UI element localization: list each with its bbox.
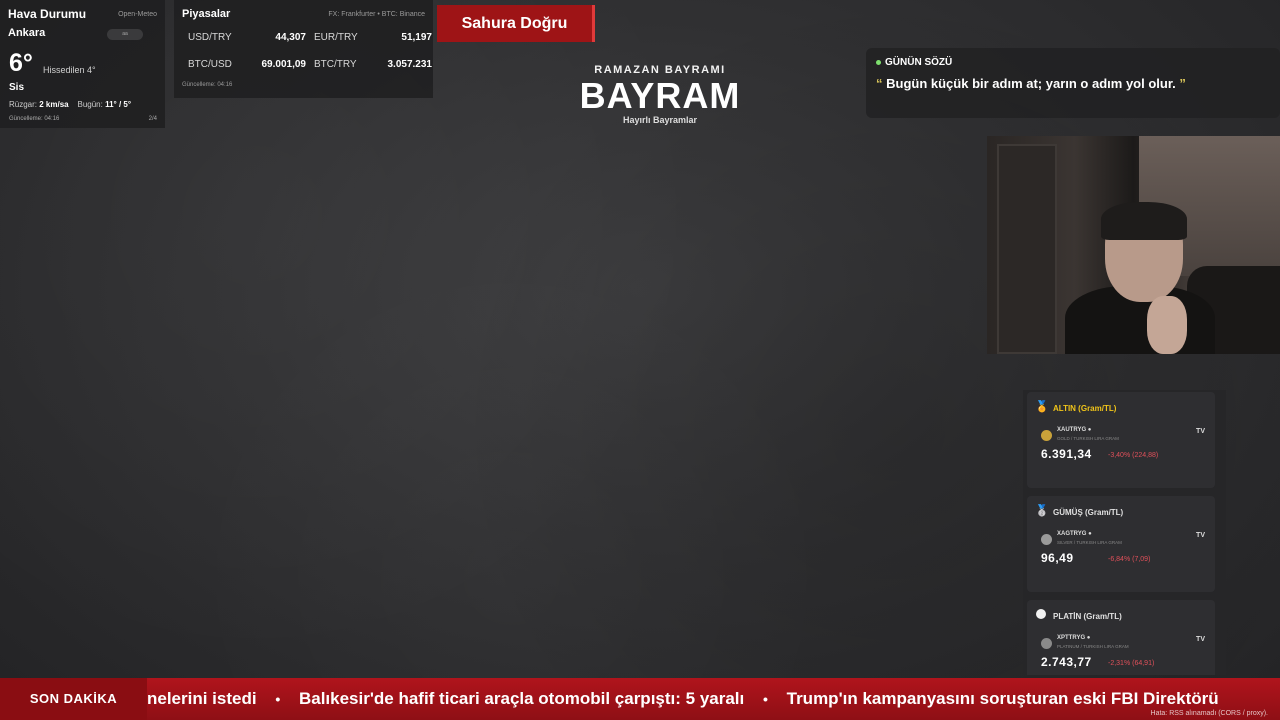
tradingview-logo-icon[interactable]: TV [1196,428,1205,435]
commodity-title: PLATİN (Gram/TL) [1053,612,1122,621]
commodity-symbol: XAGTRYG ● [1057,531,1092,537]
market-label: BTC/USD [188,59,232,70]
commodity-card-platinum: PLATİN (Gram/TL) XPTTRYG ● PLATINUM / TU… [1027,600,1215,675]
commodity-description: SILVER / TURKISH LIRA GRAM [1057,540,1122,545]
market-value: 44,307 [275,32,306,43]
gold-coin-icon [1041,430,1052,441]
weather-updated: Güncelleme: 04:16 [9,116,60,122]
weather-condition: Sis [9,82,25,93]
tradingview-logo-icon[interactable]: TV [1196,636,1205,643]
medal-icon: 🏅 [1035,401,1049,413]
ticker-separator: • [762,691,768,707]
webcam-background-door [997,144,1057,354]
quote-of-the-day: GÜNÜN SÖZÜ “ Bugün küçük bir adım at; ya… [866,48,1280,118]
commodity-change: -6,84% (7,09) [1108,556,1151,563]
live-dot-icon [876,60,881,65]
weather-feels-like: Hissedilen 4° [43,65,96,75]
webcam-person-hair [1101,202,1187,240]
commodity-price: 2.743,77 [1041,655,1092,669]
markets-updated: Güncelleme: 04:16 [182,82,233,88]
ticker-item: Trump'ın kampanyasını soruşturan eski FB… [786,689,1219,708]
markets-widget: Piyasalar FX: Frankfurter • BTC: Binance… [174,0,433,98]
commodity-change: -3,40% (224,88) [1108,452,1159,459]
commodity-card-silver: 🥈 GÜMÜŞ (Gram/TL) XAGTRYG ● SILVER / TUR… [1027,496,1215,592]
market-value: 3.057.231 [387,59,433,70]
sahur-countdown-banner: Sahura Doğru [437,5,595,42]
quote-heading: GÜNÜN SÖZÜ [876,57,1270,68]
quote-text-line: “ Bugün küçük bir adım at; yarın o adım … [876,76,1270,91]
ticker-item: nelerini istedi [147,689,257,708]
commodity-symbol: XPTTRYG ● [1057,635,1091,641]
commodity-card-gold: 🏅 ALTIN (Gram/TL) XAUTRYG ● GOLD / TURKI… [1027,392,1215,488]
quote-open-mark: “ [876,76,883,91]
ticker-track: nelerini istedi • Balıkesir'de hafif tic… [147,678,1219,720]
wind-value: 2 km/sa [39,100,69,109]
ticker-item: Balıkesir'de hafif ticari araçla otomobi… [298,689,745,708]
market-value: 69.001,09 [261,59,307,70]
market-value: 51,197 [401,32,432,43]
quote-heading-label: GÜNÜN SÖZÜ [885,57,953,68]
holiday-title: BAYRAM [579,75,741,116]
market-label: USD/TRY [188,32,232,43]
commodity-title: GÜMÜŞ (Gram/TL) [1053,508,1124,517]
market-label: BTC/TRY [314,59,357,70]
weather-badge: aa [107,29,143,40]
commodity-description: GOLD / TURKISH LIRA GRAM [1057,436,1119,441]
quote-close-mark: ” [1179,76,1186,91]
market-label: EUR/TRY [314,32,358,43]
weather-page-indicator: 2/4 [148,116,157,122]
tradingview-logo-icon[interactable]: TV [1196,532,1205,539]
weather-temperature: 6° [9,49,33,77]
medal-icon: 🥈 [1035,505,1049,517]
ticker-separator: • [275,691,281,707]
quote-text: Bugün küçük bir adım at; yarın o adım yo… [886,76,1176,91]
weather-source: Open-Meteo [118,11,157,18]
wind-label: Rüzgar: [9,100,38,109]
today-label: Bugün: [77,100,103,109]
ticker-error-message: Hata: RSS alınamadı (CORS / proxy). [1150,710,1268,717]
silver-coin-icon [1041,534,1052,545]
markets-title: Piyasalar [182,8,231,20]
platinum-coin-icon [1041,638,1052,649]
holiday-title-block: RAMAZAN BAYRAMI BAYRAM Hayırlı Bayramlar [560,64,760,125]
markets-source: FX: Frankfurter • BTC: Binance [328,11,425,18]
commodity-symbol: XAUTRYG ● [1057,427,1092,433]
breaking-news-label: SON DAKİKA [0,678,147,720]
commodity-change: -2,31% (64,91) [1108,660,1155,667]
today-value: 11° / 5° [105,100,132,109]
commodity-price: 6.391,34 [1041,447,1092,461]
weather-widget: Hava Durumu Open-Meteo Ankara aa 6° Hiss… [0,0,165,128]
holiday-tagline: Hayırlı Bayramlar [622,115,698,125]
breaking-news-ticker: SON DAKİKA nelerini istedi • Balıkesir'd… [0,678,1280,720]
commodity-title: ALTIN (Gram/TL) [1053,404,1117,413]
weather-details: Rüzgar: 2 km/sa Bugün: 11° / 5° [9,100,131,109]
commodity-description: PLATINUM / TURKISH LIRA GRAM [1057,644,1129,649]
webcam-person-hand [1147,296,1187,354]
commodity-price: 96,49 [1041,551,1074,565]
webcam-feed [987,136,1280,354]
circle-icon [1035,609,1047,622]
commodity-panel: 🏅 ALTIN (Gram/TL) XAUTRYG ● GOLD / TURKI… [1023,390,1226,675]
